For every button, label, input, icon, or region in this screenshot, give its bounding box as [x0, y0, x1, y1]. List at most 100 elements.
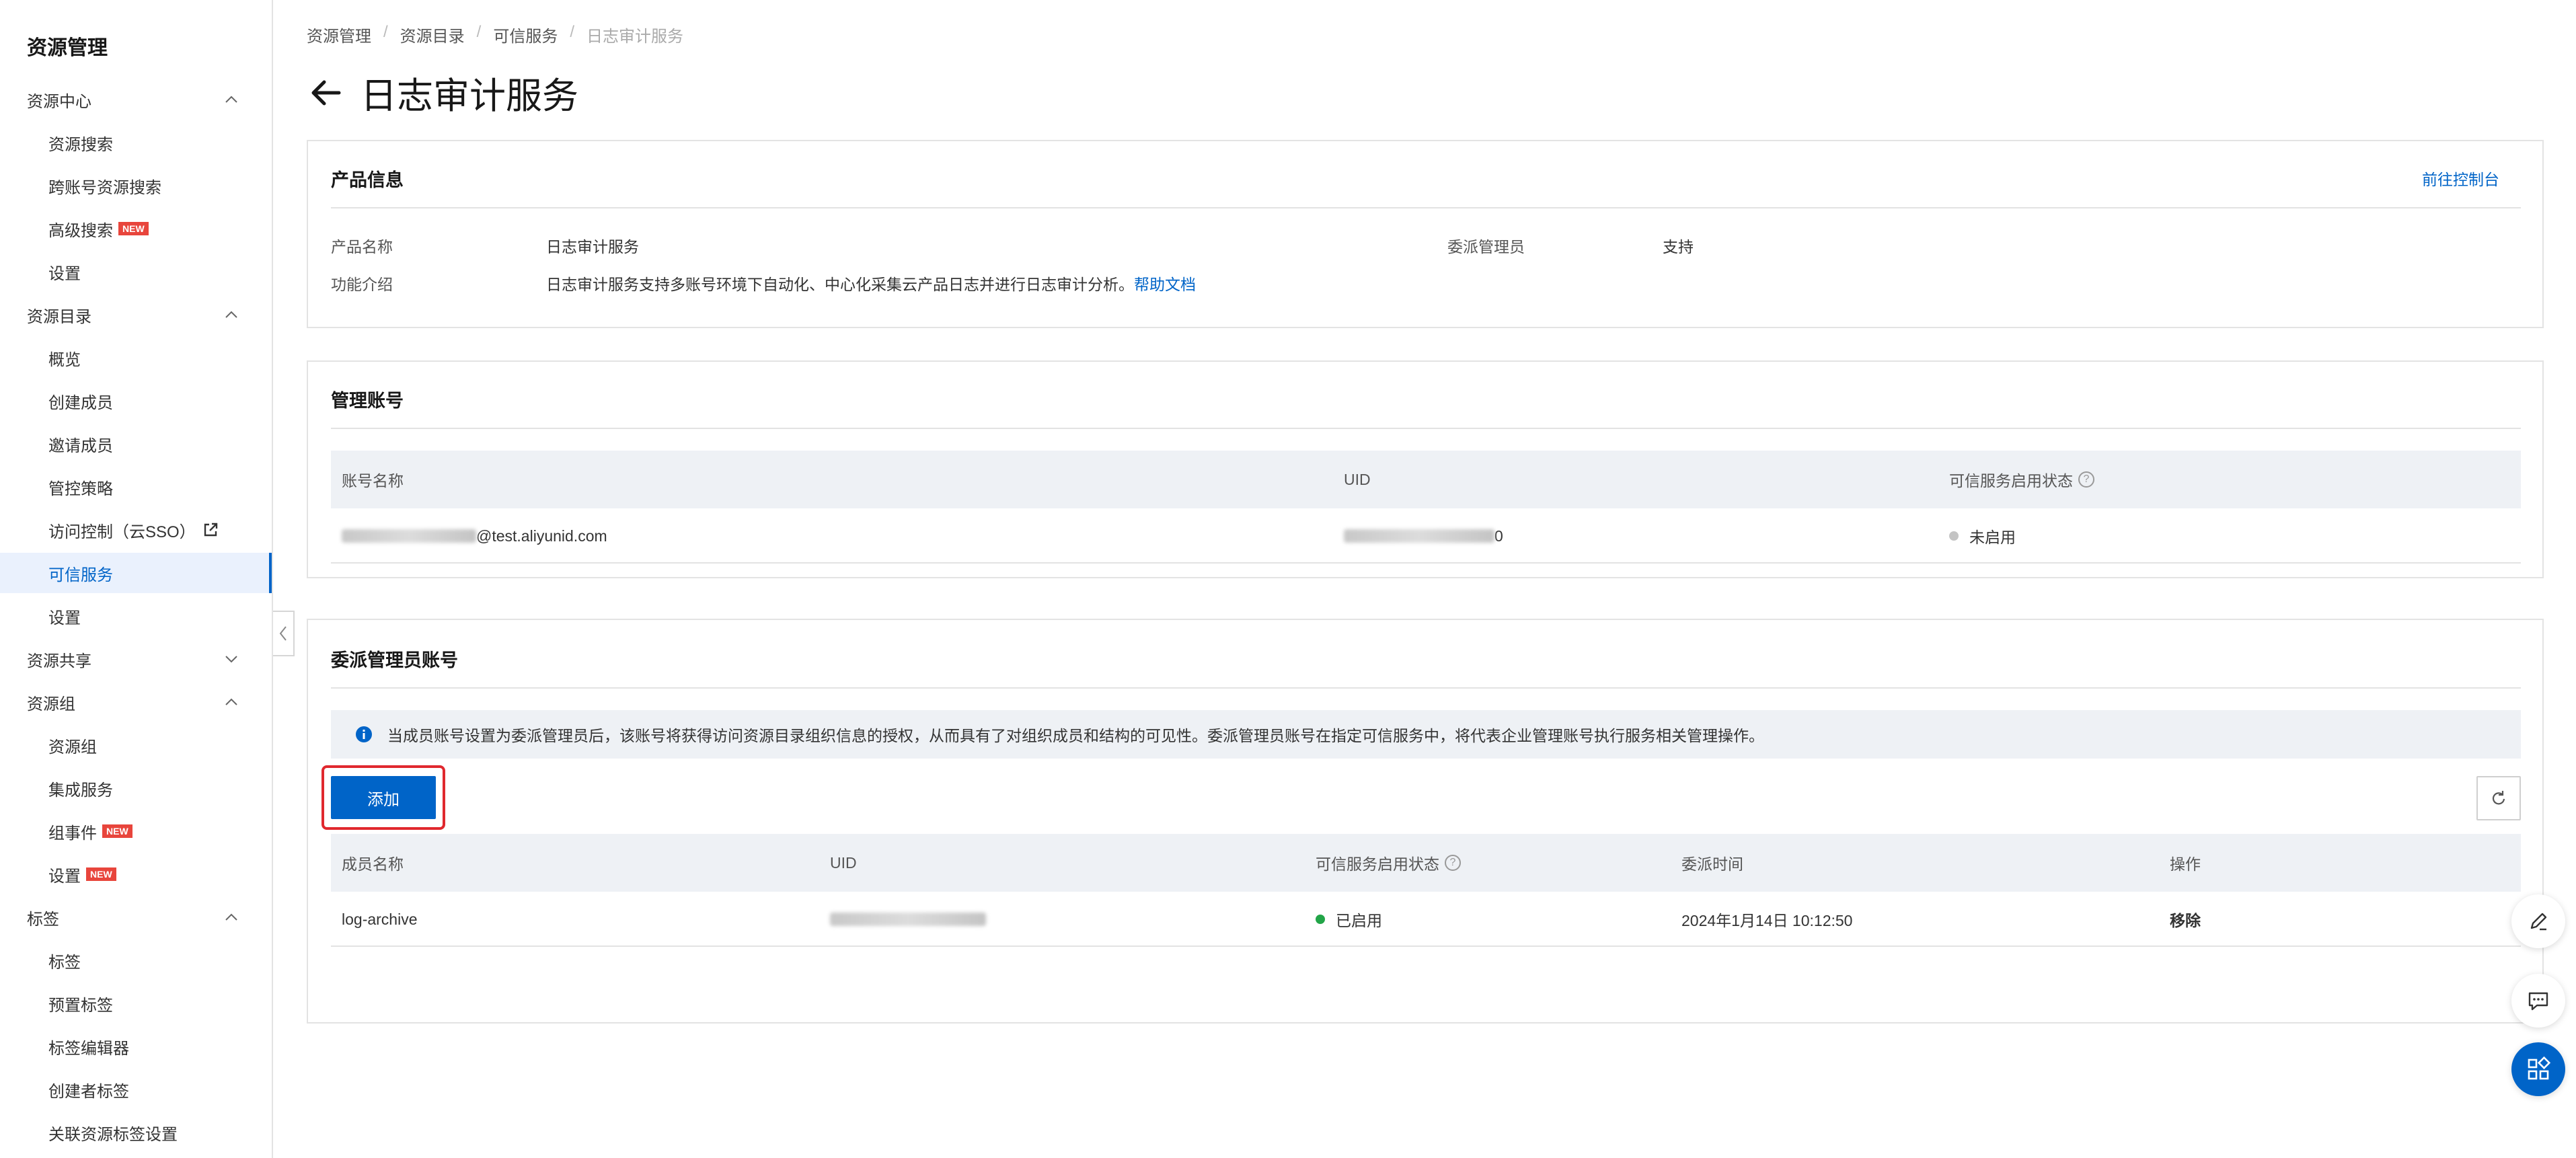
card-title: 委派管理员账号	[331, 650, 458, 670]
sidebar-item-resource-search[interactable]: 资源搜索	[0, 122, 272, 163]
info-notice-text: 当成员账号设置为委派管理员后，该账号将获得访问资源目录组织信息的授权，从而具有了…	[387, 727, 1764, 744]
divider	[331, 207, 2521, 208]
sidebar-group-resource-directory[interactable]: 资源目录	[0, 296, 272, 334]
chevron-up-icon	[225, 95, 237, 103]
chevron-down-icon	[225, 656, 237, 663]
apps-button[interactable]	[2511, 1042, 2565, 1096]
sidebar-item-settings[interactable]: 设置	[0, 252, 272, 292]
breadcrumb-item[interactable]: 资源管理	[307, 23, 371, 46]
sidebar-item-label: 资源组	[48, 738, 97, 757]
column-header: 操作	[2170, 855, 2201, 873]
column-header-label: 可信服务启用状态	[1949, 472, 2073, 490]
column-header: 成员名称	[342, 855, 404, 873]
info-icon	[356, 726, 372, 742]
sidebar-item-tag-editor[interactable]: 标签编辑器	[0, 1026, 272, 1067]
breadcrumb-item[interactable]: 可信服务	[493, 23, 558, 46]
remove-link[interactable]: 移除	[2170, 892, 2201, 947]
sidebar-item-control-policy[interactable]: 管控策略	[0, 467, 272, 507]
card-title: 管理账号	[331, 391, 404, 411]
redacted-text	[342, 529, 476, 543]
account-email-suffix: @test.aliyunid.com	[476, 527, 607, 545]
sidebar-item-label: 标签编辑器	[48, 1039, 129, 1058]
breadcrumb-current: 日志审计服务	[586, 28, 684, 46]
sidebar-item-label: 跨账号资源搜索	[48, 178, 161, 197]
sidebar-item-advanced-search[interactable]: 高级搜索 NEW	[0, 208, 272, 249]
sidebar-item-access-control[interactable]: 访问控制（云SSO）	[0, 510, 272, 550]
sidebar-item-resource-groups[interactable]: 资源组	[0, 725, 272, 765]
column-header: 可信服务启用状态?	[1316, 834, 1461, 892]
sidebar-item-create-member[interactable]: 创建成员	[0, 381, 272, 421]
intro-text: 日志审计服务支持多账号环境下自动化、中心化采集云产品日志并进行日志审计分析。	[546, 276, 1134, 293]
redacted-text	[1344, 529, 1494, 543]
sidebar-item-label: 概览	[48, 350, 81, 369]
help-doc-link[interactable]: 帮助文档	[1134, 276, 1196, 293]
pencil-icon	[2530, 913, 2547, 931]
sidebar-group-label: 资源组	[27, 695, 75, 713]
sidebar-item-integrated-services[interactable]: 集成服务	[0, 768, 272, 808]
help-icon[interactable]: ?	[1445, 855, 1461, 871]
sidebar-item-label: 管控策略	[48, 479, 113, 498]
status-cell: 未启用	[1949, 508, 2016, 564]
breadcrumb-item[interactable]: 资源目录	[400, 23, 465, 46]
sidebar-group-label: 资源中心	[27, 92, 91, 111]
sidebar: 资源管理 资源中心 资源搜索 跨账号资源搜索 高级搜索 NEW 设置 资源目录 概…	[0, 0, 273, 1158]
sidebar-item-tag[interactable]: 标签	[0, 940, 272, 980]
sidebar-group-label: 资源目录	[27, 307, 91, 326]
sidebar-item-label: 标签	[48, 953, 81, 972]
external-link-icon	[204, 523, 217, 537]
sidebar-title: 资源管理	[27, 37, 108, 59]
sidebar-item-cross-account-search[interactable]: 跨账号资源搜索	[0, 165, 272, 206]
sidebar-item-label: 关联资源标签设置	[48, 1125, 178, 1144]
chat-button[interactable]	[2511, 974, 2565, 1028]
help-icon[interactable]: ?	[2078, 471, 2094, 488]
uid-suffix: 0	[1494, 527, 1503, 545]
sidebar-group-tags[interactable]: 标签	[0, 898, 272, 936]
chevron-up-icon	[225, 311, 237, 318]
sidebar-item-group-events[interactable]: 组事件 NEW	[0, 811, 272, 851]
sidebar-item-label: 邀请成员	[48, 436, 113, 455]
sidebar-item-label: 组事件	[48, 824, 97, 843]
delegated-admin-card: 委派管理员账号 当成员账号设置为委派管理员后，该账号将获得访问资源目录组织信息的…	[307, 619, 2544, 1024]
info-notice: 当成员账号设置为委派管理员后，该账号将获得访问资源目录组织信息的授权，从而具有了…	[331, 710, 2521, 759]
redacted-text	[830, 913, 986, 926]
sidebar-item-trusted-services[interactable]: 可信服务	[0, 553, 272, 593]
breadcrumb: 资源管理 / 资源目录 / 可信服务 / 日志审计服务	[307, 23, 684, 46]
back-arrow-icon[interactable]	[307, 74, 344, 112]
uid-cell: 0	[1344, 508, 1503, 564]
delegation-time-cell: 2024年1月14日 10:12:50	[1681, 912, 1853, 929]
sidebar-item-preset-tags[interactable]: 预置标签	[0, 983, 272, 1024]
table-header: 账号名称 UID 可信服务启用状态?	[331, 451, 2521, 508]
sidebar-group-resource-sharing[interactable]: 资源共享	[0, 640, 272, 678]
sidebar-item-settings[interactable]: 设置 NEW	[0, 854, 272, 894]
apps-grid-icon	[2528, 1056, 2551, 1080]
add-button[interactable]: 添加	[331, 776, 436, 819]
sidebar-item-creator-tag[interactable]: 创建者标签	[0, 1069, 272, 1110]
new-badge: NEW	[118, 222, 149, 235]
chevron-left-icon	[279, 626, 287, 641]
refresh-button[interactable]	[2476, 776, 2521, 820]
divider	[331, 428, 2521, 429]
intro-value: 日志审计服务支持多账号环境下自动化、中心化采集云产品日志并进行日志审计分析。帮助…	[546, 272, 1196, 295]
sidebar-item-overview[interactable]: 概览	[0, 338, 272, 378]
go-to-console-link[interactable]: 前往控制台	[2422, 167, 2499, 190]
sidebar-item-invite-member[interactable]: 邀请成员	[0, 424, 272, 464]
sidebar-item-label: 设置	[48, 867, 81, 886]
divider	[331, 687, 2521, 689]
edit-feedback-button[interactable]	[2511, 894, 2565, 948]
sidebar-group-resource-group[interactable]: 资源组	[0, 683, 272, 721]
uid-cell	[830, 892, 986, 947]
sidebar-item-label: 创建成员	[48, 393, 113, 412]
sidebar-collapse-button[interactable]	[273, 611, 295, 656]
status-text: 未启用	[1969, 529, 2016, 546]
page-header: 日志审计服务	[307, 66, 578, 119]
sidebar-item-settings[interactable]: 设置	[0, 596, 272, 636]
page-title: 日志审计服务	[361, 76, 578, 116]
product-info-card: 产品信息 前往控制台 产品名称 日志审计服务 委派管理员 支持 功能介绍 日志审…	[307, 140, 2544, 328]
chevron-up-icon	[225, 913, 237, 921]
sidebar-item-linked-resource-tag-settings[interactable]: 关联资源标签设置	[0, 1112, 272, 1153]
column-header-label: 可信服务启用状态	[1316, 855, 1439, 873]
delegated-admin-value: 支持	[1663, 238, 1694, 256]
delegated-admin-label: 委派管理员	[1447, 238, 1525, 256]
column-header: 委派时间	[1681, 855, 1743, 873]
sidebar-group-resource-center[interactable]: 资源中心	[0, 81, 272, 118]
